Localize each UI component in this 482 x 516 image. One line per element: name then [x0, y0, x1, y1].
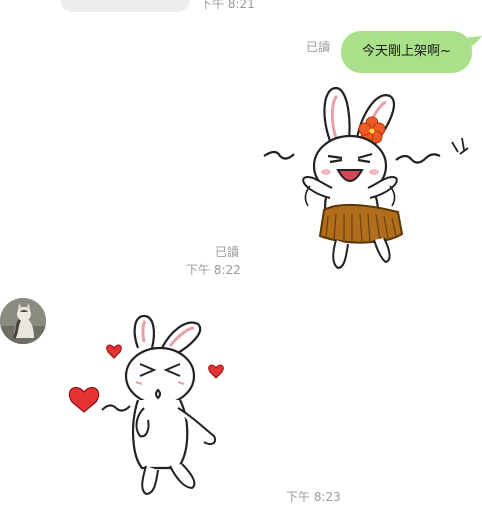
incoming-message-bubble[interactable]: [60, 0, 190, 12]
outgoing-message-bubble[interactable]: 今天剛上架啊~: [341, 31, 472, 73]
kissing-bunny-sticker[interactable]: [66, 312, 226, 500]
message-timestamp: 下午 8:21: [200, 0, 255, 11]
message-timestamp: 下午 8:22: [186, 263, 241, 277]
read-receipt: 已讀: [215, 245, 240, 259]
message-timestamp: 下午 8:23: [286, 490, 341, 504]
chat-view[interactable]: 下午 8:21 已讀 今天剛上架啊~ 已讀 下午 8:22 下午 8:23: [0, 0, 482, 516]
cat-photo-icon: [0, 298, 46, 344]
read-receipt: 已讀: [306, 40, 331, 54]
hula-bunny-sticker[interactable]: [256, 82, 472, 274]
cat-avatar[interactable]: [0, 298, 46, 344]
